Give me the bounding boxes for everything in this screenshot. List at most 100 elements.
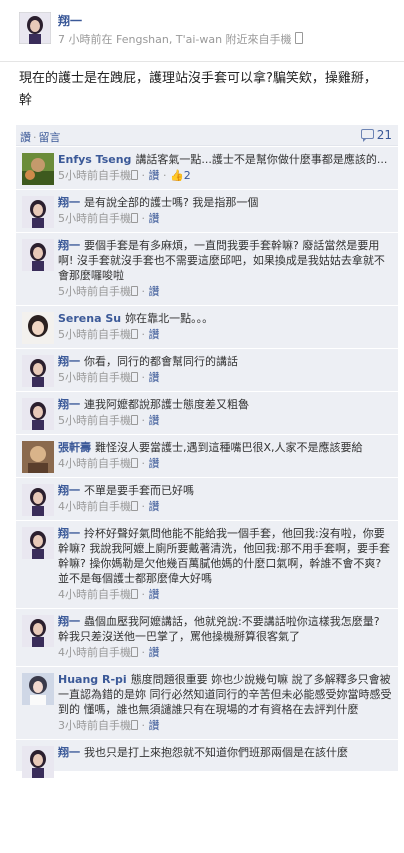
comment-meta: 5小時前自手機 · 讚 xyxy=(58,285,160,298)
comment-time[interactable]: 4小時前 xyxy=(58,646,98,659)
commenter-name[interactable]: 翔一 xyxy=(58,484,80,497)
like-count[interactable]: 👍2 xyxy=(170,169,191,183)
comment-body: 翔一 要個手套是有多麻煩，一直問我要手套幹嘛? 廢話當然是要用啊! 沒手套就沒手套… xyxy=(58,238,392,283)
comment-via: 自手機 xyxy=(98,371,131,384)
comment-via: 自手機 xyxy=(98,457,131,470)
commenter-avatar[interactable] xyxy=(22,398,54,430)
commenter-avatar[interactable] xyxy=(22,196,54,228)
commenter-avatar[interactable] xyxy=(22,153,54,185)
commenter-name[interactable]: Enfys Tseng xyxy=(58,153,131,166)
commenter-avatar[interactable] xyxy=(22,615,54,647)
comment-time[interactable]: 5小時前 xyxy=(58,371,98,384)
post-actions-bar: 讚 · 留言 21 xyxy=(16,125,398,146)
comment-via: 自手機 xyxy=(98,588,131,601)
commenter-avatar[interactable] xyxy=(22,484,54,516)
commenter-name[interactable]: 翔一 xyxy=(58,746,80,759)
comment-time[interactable]: 5小時前 xyxy=(58,212,98,225)
comment-body: 翔一 拎杯好聲好氣問他能不能給我一個手套，他回我:沒有啦，你要幹嘛? 我說我阿嬤上… xyxy=(58,526,392,586)
commenter-name[interactable]: Serena Su xyxy=(58,312,121,325)
comment-body: 翔一 蟲個血壓我阿嬤講話，他就兇說:不要講話啦你這樣我怎麼量? 幹我只差沒送他一巴… xyxy=(58,614,392,644)
comment-item: Serena Su 妳在靠北一點。。。 5小時前自手機 · 讚 xyxy=(16,306,398,349)
comment-time[interactable]: 4小時前 xyxy=(58,588,98,601)
comment-body: 翔一 你看，同行的都會幫同行的講話 xyxy=(58,354,392,369)
comment-meta: 5小時前自手機 · 讚 xyxy=(58,371,160,384)
comment-item: 翔一 蟲個血壓我阿嬤講話，他就兇說:不要講話啦你這樣我怎麼量? 幹我只差沒送他一巴… xyxy=(16,609,398,667)
comment-item: Huang R-pi 態度問題很重要 妳也少說幾句嘛 說了多解釋多只會被一直認為錯… xyxy=(16,667,398,740)
comment-like-link[interactable]: 讚 xyxy=(149,371,160,384)
mobile-icon xyxy=(131,589,138,599)
comment-via: 自手機 xyxy=(98,414,131,427)
comment-meta: 5小時前自手機 · 讚 xyxy=(58,328,160,341)
commenter-avatar[interactable] xyxy=(22,746,54,778)
commenter-avatar[interactable] xyxy=(22,673,54,705)
comment-item: 翔一 要個手套是有多麻煩，一直問我要手套幹嘛? 廢話當然是要用啊! 沒手套就沒手套… xyxy=(16,233,398,306)
like-link[interactable]: 讚 xyxy=(20,131,31,144)
comment-like-link[interactable]: 讚 xyxy=(149,169,160,182)
comment-text: 不單是要手套而已好嗎 xyxy=(84,484,194,497)
comment-like-link[interactable]: 讚 xyxy=(149,457,160,470)
author-avatar[interactable] xyxy=(19,12,51,44)
mobile-icon xyxy=(131,213,138,223)
post-meta-text: 7 小時前在 Fengshan, T'ai-wan 附近來自手機 xyxy=(58,33,292,46)
mobile-icon xyxy=(131,329,138,339)
comment-meta: 4小時前自手機 · 讚 xyxy=(58,500,160,513)
comment-text: 我也只是打上來抱怨就不知道你們班那兩個是在該什麼 xyxy=(84,746,348,759)
commenter-name[interactable]: 翔一 xyxy=(58,355,80,368)
comment-count-value: 21 xyxy=(376,128,392,142)
comment-via: 自手機 xyxy=(98,169,131,182)
comment-item: 翔一 不單是要手套而已好嗎 4小時前自手機 · 讚 xyxy=(16,478,398,521)
comment-body: Enfys Tseng 講話客氣一點...護士不是幫你做什麼事都是應該的... xyxy=(58,152,392,167)
commenter-name[interactable]: 翔一 xyxy=(58,239,80,252)
comment-text: 講話客氣一點...護士不是幫你做什麼事都是應該的... xyxy=(135,153,388,166)
commenter-name[interactable]: 翔一 xyxy=(58,398,80,411)
mobile-icon xyxy=(131,458,138,468)
comment-like-link[interactable]: 讚 xyxy=(149,588,160,601)
comment-text: 拎杯好聲好氣問他能不能給我一個手套，他回我:沒有啦，你要幹嘛? 我說我阿嬤上廁所… xyxy=(58,527,391,585)
comment-time[interactable]: 4小時前 xyxy=(58,457,98,470)
comment-body: 翔一 不單是要手套而已好嗎 xyxy=(58,483,392,498)
comment-via: 自手機 xyxy=(98,212,131,225)
comment-like-link[interactable]: 讚 xyxy=(149,212,160,225)
comment-time[interactable]: 3小時前 xyxy=(58,719,98,732)
comment-time[interactable]: 4小時前 xyxy=(58,500,98,513)
commenter-avatar[interactable] xyxy=(22,441,54,473)
commenter-name[interactable]: 翔一 xyxy=(58,615,80,628)
comment-like-link[interactable]: 讚 xyxy=(149,646,160,659)
commenter-avatar[interactable] xyxy=(22,312,54,344)
comment-body: 翔一 連我阿嬤都說那護士態度差又粗魯 xyxy=(58,397,392,412)
mobile-icon xyxy=(131,720,138,730)
mobile-icon xyxy=(131,415,138,425)
post-meta: 7 小時前在 Fengshan, T'ai-wan 附近來自手機 xyxy=(58,31,303,47)
comment-meta: 4小時前自手機 · 讚 xyxy=(58,646,160,659)
comment-time[interactable]: 5小時前 xyxy=(58,285,98,298)
comment-like-link[interactable]: 讚 xyxy=(149,500,160,513)
comment-body: Serena Su 妳在靠北一點。。。 xyxy=(58,311,392,326)
comment-time[interactable]: 5小時前 xyxy=(58,414,98,427)
comment-link[interactable]: 留言 xyxy=(39,131,61,144)
comment-item: 翔一 連我阿嬤都說那護士態度差又粗魯 5小時前自手機 · 讚 xyxy=(16,392,398,435)
comment-like-link[interactable]: 讚 xyxy=(149,414,160,427)
commenter-avatar[interactable] xyxy=(22,527,54,559)
comment-text: 連我阿嬤都說那護士態度差又粗魯 xyxy=(84,398,249,411)
author-name[interactable]: 翔一 xyxy=(58,12,82,29)
comment-body: 翔一 我也只是打上來抱怨就不知道你們班那兩個是在該什麼 xyxy=(58,745,392,760)
commenter-name[interactable]: Huang R-pi xyxy=(58,673,127,686)
comment-text: 你看，同行的都會幫同行的講話 xyxy=(84,355,238,368)
comment-like-link[interactable]: 讚 xyxy=(149,719,160,732)
comment-count[interactable]: 21 xyxy=(360,128,392,142)
mobile-icon xyxy=(131,647,138,657)
commenter-avatar[interactable] xyxy=(22,239,54,271)
comment-like-link[interactable]: 讚 xyxy=(149,328,160,341)
comment-time[interactable]: 5小時前 xyxy=(58,328,98,341)
mobile-icon xyxy=(131,501,138,511)
comment-via: 自手機 xyxy=(98,646,131,659)
commenter-name[interactable]: 翔一 xyxy=(58,196,80,209)
mobile-icon xyxy=(294,32,303,44)
comment-item: 翔一 是有說全部的護士嗎? 我是指那一個 5小時前自手機 · 讚 xyxy=(16,190,398,233)
comment-like-link[interactable]: 讚 xyxy=(149,285,160,298)
commenter-name[interactable]: 張軒壽 xyxy=(58,441,91,454)
commenter-name[interactable]: 翔一 xyxy=(58,527,80,540)
post-header: 翔一 7 小時前在 Fengshan, T'ai-wan 附近來自手機 xyxy=(0,0,404,62)
commenter-avatar[interactable] xyxy=(22,355,54,387)
comment-time[interactable]: 5小時前 xyxy=(58,169,98,182)
